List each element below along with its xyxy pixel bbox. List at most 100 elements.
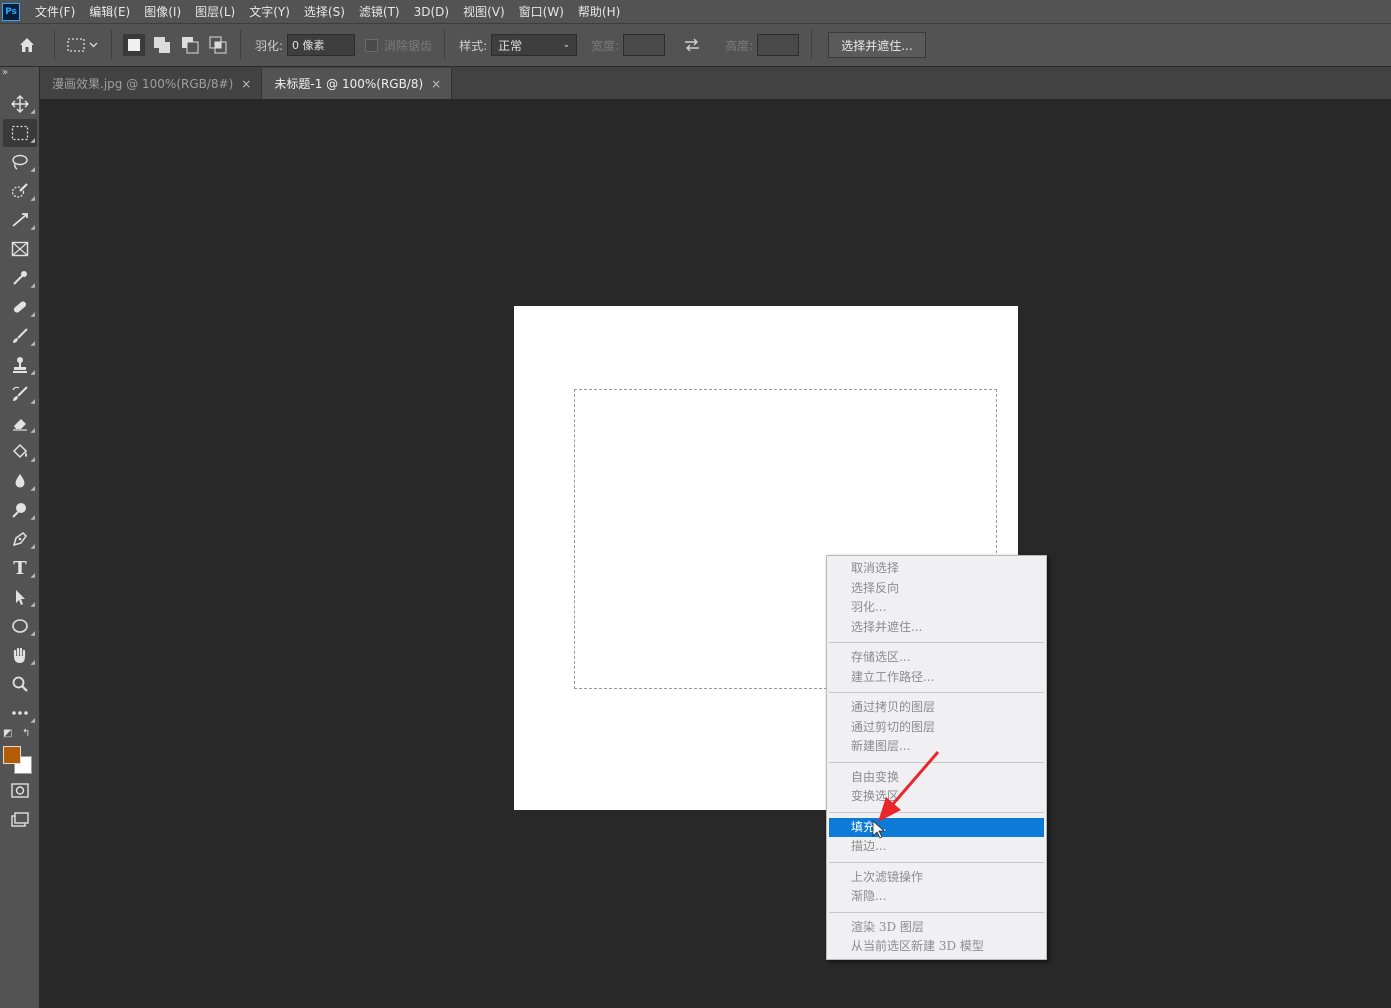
quick-selection-tool-icon[interactable]: ◢ (3, 177, 37, 205)
more-tools-icon[interactable]: ◢ (3, 699, 37, 727)
feather-input[interactable]: 0 像素 (287, 34, 356, 56)
pen-tool-icon[interactable]: ◢ (3, 525, 37, 553)
menu-window[interactable]: 窗口(W) (512, 3, 571, 20)
blur-tool-icon[interactable]: ◢ (3, 467, 37, 495)
menu-separator (829, 761, 1044, 763)
separator (111, 30, 112, 60)
menu-item-deselect[interactable]: 取消选择 (827, 559, 1046, 579)
menu-item-fill[interactable]: 填充... (829, 817, 1044, 837)
menu-separator (829, 642, 1044, 643)
crop-tool-icon[interactable]: ◢ (3, 206, 37, 234)
canvas-area[interactable] (40, 99, 1391, 1008)
menu-3d[interactable]: 3D(D) (407, 5, 456, 19)
menu-item-make-work-path[interactable]: 建立工作路径... (827, 668, 1046, 688)
menu-image[interactable]: 图像(I) (137, 3, 188, 20)
menu-file[interactable]: 文件(F) (28, 3, 82, 20)
document-tabs: 漫画效果.jpg @ 100%(RGB/8#) × 未标题-1 @ 100%(R… (40, 67, 1391, 99)
menu-item-fade[interactable]: 渐隐... (827, 887, 1046, 907)
select-and-mask-button[interactable]: 选择并遮住... (828, 32, 926, 58)
menu-item-layer-via-cut[interactable]: 通过剪切的图层 (827, 718, 1046, 738)
tab-untitled-1[interactable]: 未标题-1 @ 100%(RGB/8) × (262, 68, 453, 99)
swap-colors-icon[interactable]: ↰ (22, 728, 30, 739)
menu-item-last-filter[interactable]: 上次滤镜操作 (827, 868, 1046, 888)
type-tool-icon[interactable]: T ◢ (3, 554, 37, 582)
eraser-tool-icon[interactable]: ◢ (3, 409, 37, 437)
tools-panel: » ◢ ◢ ◢ ◢ ◢ ◢ ◢ ◢ ◢ ◢ ◢ ◢ ◢ ◢ ◢ T ◢ ◢ ◢ … (0, 67, 40, 1008)
menu-item-new-3d-from-selection[interactable]: 从当前选区新建 3D 模型 (827, 937, 1046, 957)
ellipse-tool-icon[interactable]: ◢ (3, 612, 37, 640)
feather-label: 羽化: (255, 38, 284, 53)
tab-title: 漫画效果.jpg @ 100%(RGB/8#) (52, 77, 234, 91)
rectangular-marquee-preset-icon[interactable] (63, 32, 103, 58)
close-icon[interactable]: × (241, 77, 251, 91)
width-input[interactable] (623, 34, 666, 56)
menu-item-select-inverse[interactable]: 选择反向 (827, 579, 1046, 599)
separator (811, 30, 813, 60)
style-label: 样式: (459, 38, 488, 53)
width-label: 宽度: (591, 38, 620, 53)
healing-brush-tool-icon[interactable]: ◢ (3, 293, 37, 321)
menu-item-feather[interactable]: 羽化... (827, 598, 1046, 618)
menu-item-new-layer[interactable]: 新建图层... (827, 737, 1046, 757)
screen-mode-icon[interactable] (3, 806, 37, 834)
menu-separator (829, 861, 1044, 863)
dodge-tool-icon[interactable]: ◢ (3, 496, 37, 524)
menu-type[interactable]: 文字(Y) (242, 3, 297, 20)
menu-item-stroke[interactable]: 描边... (827, 837, 1046, 857)
menu-filter[interactable]: 滤镜(T) (352, 3, 407, 20)
add-to-selection-icon[interactable] (151, 34, 173, 56)
move-tool-icon[interactable]: ◢ (3, 90, 37, 118)
lasso-tool-icon[interactable]: ◢ (3, 148, 37, 176)
style-value: 正常 (498, 38, 523, 53)
menu-item-layer-via-copy[interactable]: 通过拷贝的图层 (827, 698, 1046, 718)
zoom-tool-icon[interactable] (3, 670, 37, 698)
style-select[interactable]: 正常 ⌄ (491, 34, 578, 56)
antialias-label: 消除锯齿 (384, 38, 433, 53)
menu-view[interactable]: 视图(V) (456, 3, 512, 20)
default-colors-icon[interactable]: ◩ (3, 728, 12, 739)
menu-select[interactable]: 选择(S) (297, 3, 352, 20)
close-icon[interactable]: × (431, 77, 441, 91)
separator (444, 30, 446, 60)
tab-comic-effect[interactable]: 漫画效果.jpg @ 100%(RGB/8#) × (40, 68, 263, 99)
home-icon[interactable] (14, 32, 40, 58)
menu-layer[interactable]: 图层(L) (188, 3, 242, 20)
chevron-down-icon: ⌄ (562, 40, 571, 50)
menu-item-free-transform[interactable]: 自由变换 (827, 768, 1046, 788)
menu-separator (829, 692, 1044, 693)
swap-dimensions-icon[interactable] (679, 32, 705, 58)
menu-item-transform-selection[interactable]: 变换选区 (827, 787, 1046, 807)
menu-item-render-3d-layer[interactable]: 渲染 3D 图层 (827, 918, 1046, 938)
menu-bar: Ps 文件(F) 编辑(E) 图像(I) 图层(L) 文字(Y) 选择(S) 滤… (0, 0, 1391, 23)
height-label: 高度: (725, 38, 754, 53)
hand-tool-icon[interactable]: ◢ (3, 641, 37, 669)
antialias-checkbox[interactable] (365, 38, 379, 52)
context-menu: 取消选择 选择反向 羽化... 选择并遮住... 存储选区... 建立工作路径.… (826, 555, 1047, 960)
tab-title: 未标题-1 @ 100%(RGB/8) (274, 77, 424, 91)
path-selection-tool-icon[interactable]: ◢ (3, 583, 37, 611)
paint-bucket-tool-icon[interactable]: ◢ (3, 438, 37, 466)
menu-separator (829, 911, 1044, 913)
subtract-from-selection-icon[interactable] (179, 34, 201, 56)
separator (240, 30, 241, 60)
options-bar: 羽化: 0 像素 消除锯齿 样式: 正常 ⌄ 宽度: 高度: 选择并遮住... (0, 23, 1391, 67)
photoshop-logo-icon[interactable]: Ps (2, 2, 20, 21)
collapse-panel-icon[interactable]: » (2, 67, 39, 89)
eyedropper-tool-icon[interactable]: ◢ (3, 264, 37, 292)
rectangular-marquee-tool-icon[interactable]: ◢ (3, 119, 37, 147)
quick-mask-icon[interactable] (3, 777, 37, 805)
separator (54, 30, 55, 60)
history-brush-tool-icon[interactable]: ◢ (3, 380, 37, 408)
foreground-color-swatch[interactable] (3, 746, 21, 764)
brush-tool-icon[interactable]: ◢ (3, 322, 37, 350)
clone-stamp-tool-icon[interactable]: ◢ (3, 351, 37, 379)
height-input[interactable] (757, 34, 800, 56)
menu-item-select-and-mask[interactable]: 选择并遮住... (827, 618, 1046, 638)
frame-tool-icon[interactable] (3, 235, 37, 263)
intersect-selection-icon[interactable] (207, 34, 229, 56)
color-swatches: ◩ ↰ (0, 728, 40, 776)
menu-item-save-selection[interactable]: 存储选区... (827, 648, 1046, 668)
menu-edit[interactable]: 编辑(E) (82, 3, 137, 20)
new-selection-mode-icon[interactable] (123, 34, 145, 56)
menu-help[interactable]: 帮助(H) (571, 3, 627, 20)
